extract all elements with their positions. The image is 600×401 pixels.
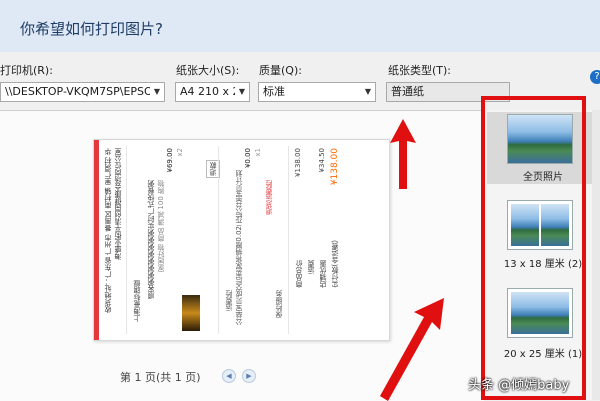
- quality-value: 标准: [263, 85, 285, 98]
- divider: [288, 146, 289, 334]
- shipping-insurance: 运费险: [225, 290, 233, 311]
- charity-note: 公益宝贝成交后卖家将捐赠0.02元给公益宝贝计划: [235, 170, 243, 326]
- chevron-down-icon: ▼: [235, 83, 249, 101]
- quality-label: 质量(Q):: [259, 64, 302, 77]
- paper-size-select[interactable]: A4 210 x 29 ▼: [175, 82, 250, 102]
- goods-total-value: ¥138.00: [294, 148, 302, 177]
- insurance-qty: x1: [254, 148, 262, 157]
- chevron-down-icon: ▼: [361, 83, 375, 101]
- page-indicator: 第 1 页(共 1 页): [120, 371, 201, 384]
- item-qty: x2: [176, 148, 184, 157]
- dialog-header: 你希望如何打印图片?: [0, 0, 600, 53]
- help-icon[interactable]: ?: [590, 70, 600, 84]
- shop-name: 上海豪标旗舰: [133, 280, 141, 322]
- quality-select[interactable]: 标准 ▼: [258, 82, 376, 102]
- paper-type-label: 纸张类型(T):: [388, 64, 452, 77]
- printer-select[interactable]: \\DESKTOP-VKQM7SP\EPSON ▼: [0, 82, 165, 102]
- return-insurance: 退货运费险: [265, 180, 273, 215]
- shipping-label: 运费: [307, 260, 315, 274]
- goods-total-label: 商品总价: [295, 260, 303, 288]
- receipt-accent-bar: [94, 140, 99, 340]
- red-arrow-diagonal-icon: [380, 298, 444, 401]
- receipt-address-2: 海盛业街平清创园健康会场岗位公室: [114, 148, 122, 260]
- prev-page-button[interactable]: ◀: [222, 369, 236, 383]
- discount-label: 店铺优惠: [319, 260, 327, 288]
- divider: [126, 146, 127, 334]
- discount-value: ¥34.50: [318, 148, 326, 173]
- paper-size-label: 纸张大小(S):: [176, 64, 240, 77]
- watermark: 头条 @倾嫣baby: [468, 378, 570, 393]
- item-title: 顺客粥粥粥粥粥粥粥粥实时广式快餐粥: [147, 180, 155, 299]
- paper-type-value: 普通纸: [391, 85, 424, 98]
- insurance-price: ¥0.00: [244, 148, 252, 169]
- chevron-down-icon: ▼: [150, 83, 164, 101]
- red-highlight-box: [481, 96, 586, 400]
- print-preview-pane: 收货地址：广东省 广州市 番禺区 南村镇 里仁洞村 华 海盛业街平清创园健康会场…: [0, 110, 484, 401]
- divider: [218, 146, 219, 334]
- chevron-left-icon: ◀: [226, 372, 232, 380]
- dialog-title: 你希望如何打印图片?: [20, 20, 163, 38]
- next-page-button[interactable]: ▶: [242, 369, 256, 383]
- insurance-service: 保险服务: [275, 290, 283, 318]
- product-image: [182, 295, 200, 331]
- preview-page: 收货地址：广东省 广州市 番禺区 南村镇 里仁洞村 华 海盛业街平清创园健康会场…: [93, 139, 390, 341]
- paid-label: 实付款(含运费): [331, 240, 339, 288]
- chevron-right-icon: ▶: [246, 372, 252, 380]
- paid-value: ¥138.00: [330, 148, 340, 186]
- item-subtitle: 家居好物 商品 满减 100 购物: [157, 180, 165, 273]
- printer-label: 打印机(R):: [0, 64, 53, 77]
- red-arrow-up-icon: [390, 119, 416, 189]
- printer-value: \\DESKTOP-VKQM7SP\EPSON: [5, 85, 161, 98]
- receipt-address: 收货地址：广东省 广州市 番禺区 南村镇 里仁洞村 华: [104, 148, 112, 314]
- layout-scrollbar[interactable]: [592, 110, 600, 400]
- item-price: ¥69.00: [166, 148, 174, 173]
